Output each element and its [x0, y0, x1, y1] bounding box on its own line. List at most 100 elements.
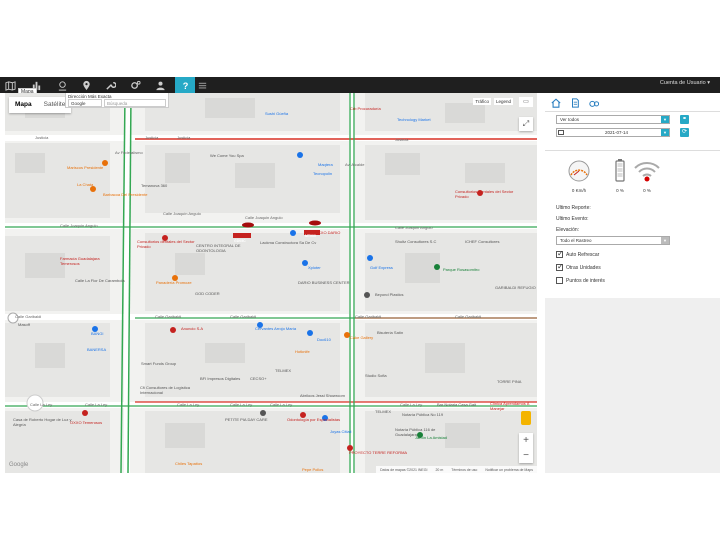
- street-label: Calle La Ley: [400, 402, 423, 407]
- refresh-button[interactable]: ⟳: [680, 128, 689, 137]
- place-label: Hotknife: [295, 349, 310, 354]
- place-label: ICHEF Consultores: [465, 239, 500, 244]
- map-scale: 20 m: [435, 467, 444, 472]
- zoom-in-button[interactable]: +: [519, 433, 533, 448]
- users-nav-button[interactable]: [150, 77, 170, 93]
- place-label: GARIBALDI REFUGIO: [495, 285, 536, 290]
- map-canvas[interactable]: Justicia Justicia Justicia Justicia Calle Jo…: [5, 93, 537, 473]
- app-root: ? Mapa Cuenta de Usuario ▾ Justicia Just…: [0, 0, 720, 550]
- place-label: CENTRO INTEGRAL DE ODONTOLOGIA: [196, 243, 241, 253]
- street-label: Calle La Ley: [230, 402, 253, 407]
- chevron-down-icon: ▼: [661, 129, 669, 136]
- street-label: Calle Joaquin Angulo: [245, 215, 283, 220]
- street-label: Calle Garibaldi: [355, 314, 382, 319]
- street-label: Calle La Ley: [85, 402, 108, 407]
- street-view-pegman-icon[interactable]: [521, 411, 531, 425]
- vehicle-select-value: Ver todos: [560, 117, 580, 122]
- last-event-label: Ultimo Evento:: [556, 216, 589, 222]
- place-label: Temanova 360: [141, 183, 168, 188]
- place-label: TORRE PINA: [497, 379, 522, 384]
- vehicle-tag[interactable]: MT900: [304, 234, 316, 238]
- screen-toggle-icon[interactable]: ▭: [519, 97, 533, 107]
- vehicle-tag[interactable]: GD05C: [233, 239, 246, 243]
- street-label: Calle La Ley: [270, 402, 293, 407]
- date-picker[interactable]: 2021-07-14 ▼: [556, 128, 670, 137]
- place-label: Odontología por Especialistas: [287, 417, 341, 422]
- list-nav-button[interactable]: [192, 77, 212, 93]
- document-icon[interactable]: [570, 98, 580, 108]
- account-menu[interactable]: Cuenta de Usuario ▾: [660, 80, 710, 86]
- zoom-out-button[interactable]: −: [519, 448, 533, 463]
- place-label: Cervantes Arrojo María: [255, 326, 297, 331]
- signal-gauge: 0 %: [632, 158, 662, 193]
- place-label: BANERSA: [87, 347, 107, 352]
- top-navbar: ?: [0, 77, 720, 93]
- checkbox-unchecked-icon[interactable]: [556, 277, 563, 284]
- checkbox-checked-icon[interactable]: [556, 262, 564, 271]
- map-type-toggle: Mapa Satélite: [9, 97, 72, 113]
- settings-nav-button[interactable]: [125, 77, 145, 93]
- map-type-map[interactable]: Mapa: [9, 97, 38, 113]
- auto-refresh-label: Auto Refrescar: [566, 251, 600, 258]
- help-icon: ?: [182, 81, 188, 91]
- place-label: Farmacia Guadalajara Temerosos: [60, 256, 100, 266]
- place-label: OXXO Temerosos: [70, 420, 103, 425]
- street-label: Av. Alcalde: [345, 162, 365, 167]
- report-problem-link[interactable]: Notificar un problema de Maps: [485, 468, 533, 472]
- elevation-select[interactable]: Todo el Rastreo ▼: [556, 236, 670, 245]
- tools-nav-button[interactable]: [100, 77, 120, 93]
- place-label: Lackma Constructora Sa De Cv: [260, 240, 317, 245]
- list-icon: [198, 82, 206, 89]
- place-label: Sushi Gúeña: [265, 111, 289, 116]
- dashboard-gauges-icon[interactable]: [589, 98, 599, 108]
- place-label: Consultorios Dentales del Sector Privado: [455, 189, 514, 199]
- map-nav-button[interactable]: [0, 77, 20, 93]
- points-of-interest-checkbox[interactable]: Puntos de interés: [556, 277, 605, 284]
- zoom-controls: + −: [519, 433, 533, 463]
- place-label: Shultz Consultores S.C: [395, 239, 437, 244]
- street-label: Calle Garibaldi: [230, 314, 257, 319]
- geocoder-provider-select[interactable]: Google: [68, 99, 102, 107]
- other-units-checkbox[interactable]: Otras Unidades: [556, 262, 601, 271]
- place-label: Golf Express: [370, 265, 393, 270]
- panel-toolbar: [551, 98, 599, 108]
- address-search-input[interactable]: Búsqueda: [104, 99, 166, 107]
- auto-refresh-checkbox[interactable]: Auto Refrescar: [556, 249, 600, 258]
- place-label: Calle La Flor De Carambola: [75, 278, 125, 283]
- street-label: Justicia: [177, 135, 191, 140]
- speed-value: 0 Km/h: [571, 188, 587, 193]
- place-label: TELMEX: [375, 409, 392, 414]
- street-label: Justicia: [145, 135, 159, 140]
- place-label: PROYECTO TERRE REFORMA: [349, 450, 408, 455]
- points-of-interest-label: Puntos de interés: [566, 277, 605, 284]
- street-label: Justicia: [395, 137, 409, 142]
- address-search-control: Dirección Más Exacta Google Búsqueda: [65, 93, 169, 108]
- chevron-down-icon: ▼: [661, 116, 669, 123]
- vehicle-select[interactable]: Ver todos ▼: [556, 115, 670, 124]
- home-icon[interactable]: [551, 98, 561, 108]
- traffic-toggle[interactable]: Tráfico: [473, 98, 491, 105]
- places-nav-button[interactable]: [76, 77, 96, 93]
- street-label: Calle Garibaldi: [455, 314, 482, 319]
- last-report-label: Ultimo Reporte:: [556, 205, 591, 211]
- routes-nav-button[interactable]: [52, 77, 72, 93]
- fullscreen-icon[interactable]: ⤢: [519, 117, 533, 131]
- link-button[interactable]: ⚭: [680, 115, 689, 124]
- battery-icon: [615, 159, 625, 182]
- panel-empty-area: [545, 298, 720, 473]
- svg-text:?: ?: [182, 81, 188, 91]
- place-label: Mariscos Presidente: [67, 165, 104, 170]
- place-label: Smart Funds Group: [141, 361, 177, 366]
- place-label: Jardín La Amistad: [415, 435, 448, 440]
- terms-link[interactable]: Términos de uso: [451, 468, 477, 472]
- checkbox-checked-icon[interactable]: [556, 249, 564, 258]
- panel-divider: [545, 111, 720, 112]
- place-label: Tecnopolin: [313, 171, 333, 176]
- legend-toggle[interactable]: Legend: [493, 98, 513, 105]
- place-label: Clínica Aprendamos A Manejar: [490, 401, 530, 411]
- place-label: Bar Notaria Casa Gait: [437, 402, 477, 407]
- place-label: Panadería Promoze: [156, 280, 192, 285]
- place-label: Xploter: [308, 265, 321, 270]
- street-label: Av Federalismo: [115, 150, 143, 155]
- wifi-signal-icon: [634, 162, 660, 182]
